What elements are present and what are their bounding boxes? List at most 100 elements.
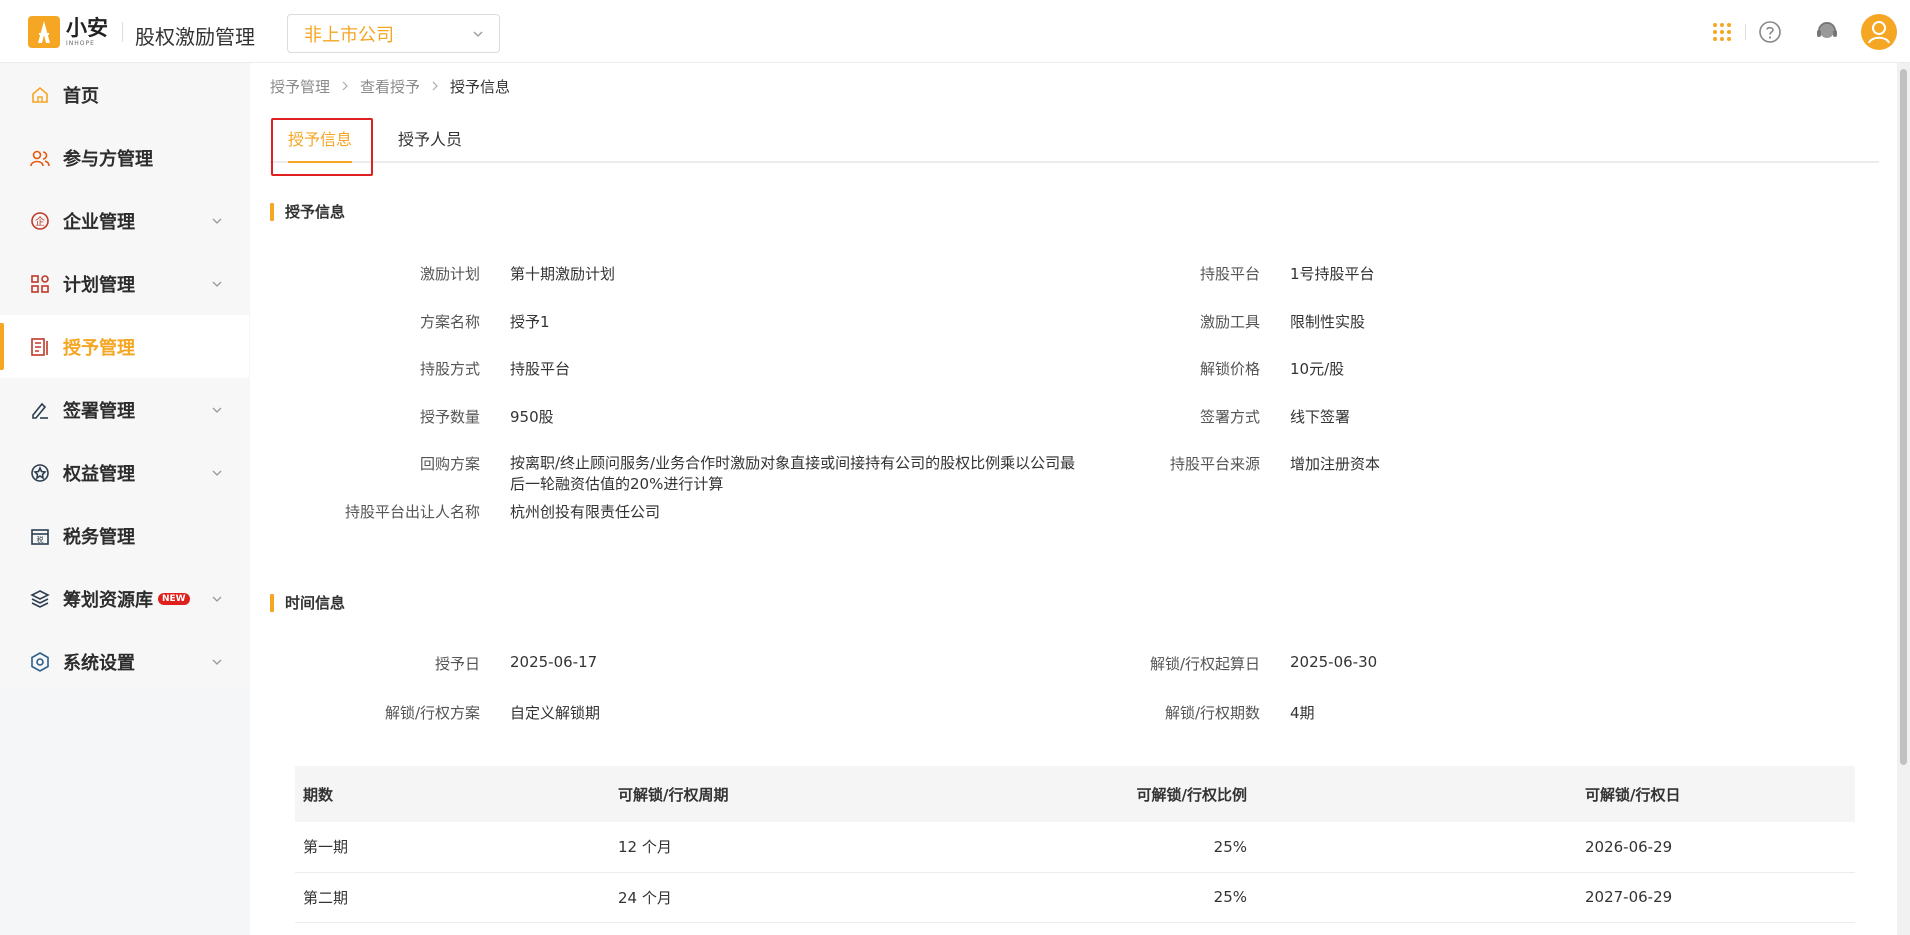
sidebar-item-label: 企业管理 — [63, 211, 135, 233]
field-label: 方案名称 — [419, 313, 480, 331]
table-row: 第一期 12 个月 25% 2026-06-29 — [295, 822, 1855, 873]
customer-service-icon[interactable] — [1814, 19, 1840, 49]
sidebar-item-label: 系统设置 — [63, 652, 135, 674]
section-title-time-info: 时间信息 — [270, 592, 345, 613]
field-label: 持股平台 — [1199, 265, 1260, 283]
field-value: 10元/股 — [1290, 360, 1345, 378]
breadcrumb-current: 授予信息 — [450, 78, 511, 96]
chevron-down-icon — [210, 213, 224, 232]
field-label: 解锁/行权期数 — [1164, 704, 1260, 722]
sidebar-item-home[interactable]: 首页 — [0, 63, 249, 126]
table-cell: 12 个月 — [610, 822, 945, 873]
chevron-down-icon — [210, 654, 224, 673]
field-value: 2025-06-17 — [510, 653, 598, 671]
section-title-grant-info: 授予信息 — [270, 201, 345, 222]
user-avatar-icon[interactable] — [1861, 14, 1897, 54]
main-content: 授予管理 查看授予 授予信息 授予信息 授予人员 授予信息 激励计划 第十期激励… — [250, 63, 1897, 935]
sidebar-item-label: 首页 — [63, 85, 99, 107]
sidebar-item-enterprise[interactable]: 企 企业管理 — [0, 189, 249, 252]
breadcrumb: 授予管理 查看授予 授予信息 — [270, 76, 510, 97]
vertical-scrollbar[interactable] — [1897, 63, 1910, 935]
chevron-down-icon — [210, 591, 224, 610]
table-cell: 第一期 — [295, 822, 610, 873]
chevron-right-icon — [430, 78, 440, 96]
sidebar-item-sign[interactable]: 签署管理 — [0, 378, 249, 441]
table-row: 第二期 24 个月 25% 2027-06-29 — [295, 872, 1855, 923]
sidebar-item-label: 签署管理 — [63, 400, 135, 422]
table-cell: 25% — [945, 872, 1255, 923]
settings-icon — [29, 651, 51, 673]
logo[interactable]: 小安 INHOPE — [28, 16, 123, 48]
field-value: 持股平台 — [510, 360, 571, 378]
field-value: 第十期激励计划 — [510, 265, 616, 283]
svg-text:税: 税 — [37, 535, 44, 544]
sign-icon — [29, 399, 51, 421]
breadcrumb-item[interactable]: 授予管理 — [270, 76, 330, 97]
field-value: 自定义解锁期 — [510, 704, 601, 722]
table-cell: 2026-06-29 — [1255, 822, 1855, 873]
sidebar-item-settings[interactable]: 系统设置 — [0, 630, 249, 693]
field-value: 线下签署 — [1290, 408, 1351, 426]
field-value: 增加注册资本 — [1290, 455, 1381, 473]
new-badge: NEW — [158, 592, 190, 605]
divider — [1745, 24, 1746, 40]
column-header: 可解锁/行权周期 — [610, 766, 945, 822]
sidebar-item-tax[interactable]: 税 税务管理 — [0, 504, 249, 567]
field-label: 授予日 — [434, 655, 480, 673]
column-header: 可解锁/行权比例 — [945, 766, 1255, 822]
scrollbar-thumb[interactable] — [1900, 69, 1907, 765]
tab-grant-persons[interactable]: 授予人员 — [398, 113, 462, 163]
sidebar-item-label: 参与方管理 — [63, 148, 153, 170]
logo-subtext: INHOPE — [66, 39, 95, 47]
table-header-row: 期数 可解锁/行权周期 可解锁/行权比例 可解锁/行权日 — [295, 766, 1855, 822]
sidebar-item-grant[interactable]: 授予管理 — [0, 315, 249, 378]
sidebar-item-label: 税务管理 — [63, 526, 135, 548]
table-cell: 第二期 — [295, 872, 610, 923]
field-label: 持股方式 — [419, 360, 480, 378]
field-label: 解锁/行权方案 — [384, 704, 480, 722]
svg-text:企: 企 — [35, 215, 45, 228]
field-value: 2025-06-30 — [1290, 653, 1378, 671]
apps-grid-icon[interactable] — [1712, 22, 1732, 46]
sidebar-item-participants[interactable]: 参与方管理 — [0, 126, 249, 189]
tab-bar: 授予信息 授予人员 — [270, 113, 1879, 163]
field-value: 限制性实股 — [1290, 313, 1366, 331]
table-cell: 25% — [945, 822, 1255, 873]
logo-divider — [122, 22, 123, 42]
field-label: 激励工具 — [1199, 313, 1260, 331]
tab-grant-info[interactable]: 授予信息 — [288, 113, 353, 163]
company-type-value: 非上市公司 — [304, 24, 394, 46]
chevron-down-icon — [210, 276, 224, 295]
top-bar: 小安 INHOPE 股权激励管理 非上市公司 — [0, 0, 1910, 63]
plan-icon — [29, 273, 51, 295]
sidebar-item-label: 筹划资源库 — [63, 589, 153, 611]
users-icon — [29, 147, 51, 169]
enterprise-icon: 企 — [29, 210, 51, 232]
sidebar-item-resources[interactable]: 筹划资源库 NEW — [0, 567, 249, 630]
field-label: 持股平台出让人名称 — [344, 503, 480, 521]
chevron-down-icon — [471, 25, 485, 46]
field-value: 1号持股平台 — [1290, 265, 1375, 283]
grant-icon — [29, 336, 51, 358]
sidebar-item-plan[interactable]: 计划管理 — [0, 252, 249, 315]
sidebar-item-equity[interactable]: 权益管理 — [0, 441, 249, 504]
chevron-right-icon — [340, 78, 350, 96]
layers-icon — [29, 588, 51, 610]
column-header: 可解锁/行权日 — [1255, 766, 1855, 822]
chevron-down-icon — [210, 402, 224, 421]
tax-icon: 税 — [29, 525, 51, 547]
field-label: 解锁价格 — [1199, 360, 1260, 378]
field-value: 4期 — [1290, 704, 1315, 722]
field-value: 950股 — [510, 408, 554, 426]
company-type-select[interactable]: 非上市公司 — [287, 14, 500, 53]
field-label: 授予数量 — [419, 408, 480, 426]
field-label: 持股平台来源 — [1169, 455, 1260, 473]
table-cell: 2027-06-29 — [1255, 872, 1855, 923]
chevron-down-icon — [210, 465, 224, 484]
help-icon[interactable] — [1758, 20, 1782, 48]
sidebar-item-label: 授予管理 — [63, 337, 135, 359]
breadcrumb-item[interactable]: 查看授予 — [360, 76, 420, 97]
table-cell: 24 个月 — [610, 872, 945, 923]
home-icon — [29, 84, 51, 106]
sidebar: 首页 参与方管理 企 企业管理 计划管理 授予管理 签署管理 权益管理 税 税务… — [0, 63, 249, 688]
